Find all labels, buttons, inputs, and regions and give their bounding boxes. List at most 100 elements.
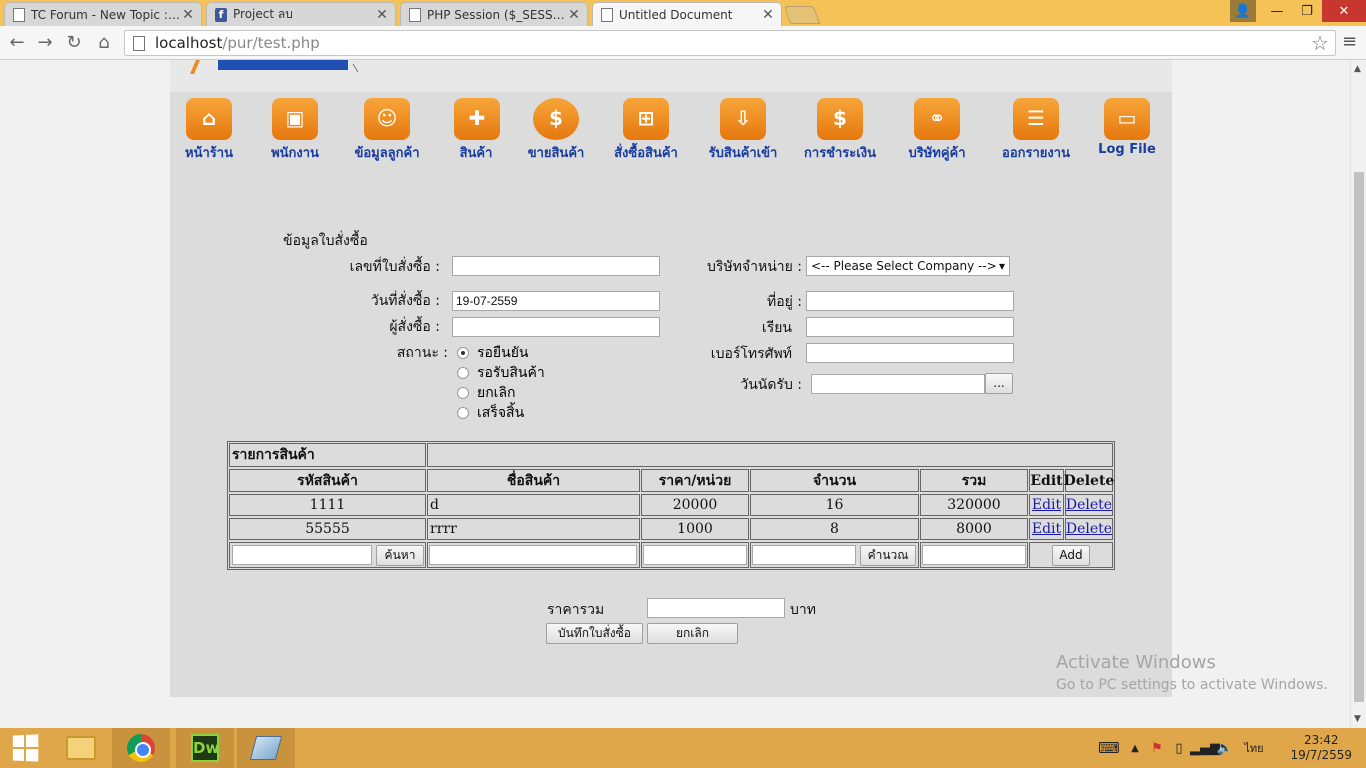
vertical-scrollbar[interactable]: ▲ ▼	[1350, 60, 1366, 728]
table-caption-spacer	[427, 443, 1113, 467]
nav-customer[interactable]: ☺ ข้อมูลลูกค้า	[350, 98, 424, 163]
reload-icon[interactable]: ↻	[63, 32, 85, 54]
document-icon	[13, 7, 25, 22]
delete-link[interactable]: Delete	[1066, 521, 1112, 537]
radio-button[interactable]	[457, 367, 469, 379]
taskbar-file-explorer[interactable]	[52, 728, 110, 768]
browser-tab[interactable]: f Project ลบ ✕	[206, 2, 396, 26]
radio-button[interactable]	[457, 387, 469, 399]
table-cell-code: 1111	[229, 494, 426, 516]
id-card-icon: ☺	[364, 98, 410, 140]
handshake-icon: ⚭	[914, 98, 960, 140]
table-cell-code: 55555	[229, 518, 426, 540]
scroll-up-icon[interactable]: ▲	[1354, 64, 1361, 74]
edit-link[interactable]: Edit	[1032, 521, 1061, 537]
table-cell-name: d	[427, 494, 640, 516]
user-icon[interactable]: 👤	[1230, 0, 1256, 22]
nav-report[interactable]: ☰ ออกรายงาน	[998, 98, 1074, 163]
new-price-input[interactable]	[643, 545, 747, 565]
header-price: ราคา/หน่วย	[641, 469, 749, 492]
date-picker-button[interactable]: ...	[985, 373, 1013, 394]
header-name: ชื่อสินค้า	[427, 469, 640, 492]
order-date-label: วันที่สั่งซื้อ :	[370, 293, 440, 309]
total-price-label: ราคารวม	[547, 602, 605, 618]
address-bar[interactable]: localhost/pur/test.php	[124, 30, 1336, 56]
input-language[interactable]: ไทย	[1236, 739, 1272, 757]
scrollbar-thumb[interactable]	[1354, 172, 1364, 702]
taskbar-chrome[interactable]	[112, 728, 170, 768]
scroll-down-icon[interactable]: ▼	[1354, 714, 1361, 724]
home-icon[interactable]: ⌂	[93, 32, 115, 54]
bookmark-star-icon[interactable]: ☆	[1311, 31, 1329, 55]
forward-arrow-icon[interactable]: →	[34, 32, 56, 54]
tray-expand-icon[interactable]: ▲	[1124, 743, 1146, 754]
nav-employee[interactable]: ▣ พนักงาน	[265, 98, 325, 163]
volume-icon[interactable]: 🔈	[1214, 741, 1236, 756]
nav-purchase[interactable]: ⊞ สั่งซื้อสินค้า	[608, 98, 684, 163]
orderer-input[interactable]	[452, 317, 660, 337]
radio-button[interactable]	[457, 347, 469, 359]
status-radio-cancelled[interactable]: ยกเลิก	[457, 382, 516, 404]
logo-icon	[190, 60, 359, 74]
system-tray: ⌨ ▲ ⚑ ▯ ▂▄▆ 🔈 ไทย	[1094, 728, 1272, 768]
save-order-button[interactable]: บันทึกใบสั่งซื้อ	[546, 623, 643, 644]
minimize-button[interactable]: —	[1262, 0, 1292, 22]
nav-product[interactable]: ✚ สินค้า	[454, 98, 500, 163]
radio-button[interactable]	[457, 407, 469, 419]
total-price-input[interactable]	[647, 598, 785, 618]
nav-logfile[interactable]: ▭ Log File	[1098, 98, 1156, 157]
nav-sell[interactable]: $ ขายสินค้า	[524, 98, 588, 163]
tab-close-icon[interactable]: ✕	[567, 7, 581, 23]
address-input[interactable]	[806, 291, 1014, 311]
report-icon: ☰	[1013, 98, 1059, 140]
nav-shop[interactable]: ⌂ หน้าร้าน	[180, 98, 238, 163]
signal-icon[interactable]: ▂▄▆	[1190, 741, 1220, 756]
new-code-input[interactable]	[232, 545, 372, 565]
nav-payment[interactable]: $ การชำระเงิน	[804, 98, 876, 163]
company-select[interactable]: <-- Please Select Company --> ▾	[806, 256, 1010, 276]
add-button[interactable]: Add	[1052, 545, 1090, 566]
nav-receive[interactable]: ⇩ รับสินค้าเข้า	[705, 98, 781, 163]
close-window-button[interactable]: ✕	[1322, 0, 1366, 22]
browser-tab[interactable]: TC Forum - New Topic :: # ✕	[4, 2, 202, 26]
order-date-input[interactable]	[452, 291, 660, 311]
order-no-input[interactable]	[452, 256, 660, 276]
delete-link[interactable]: Delete	[1066, 497, 1112, 513]
new-total-input[interactable]	[922, 545, 1026, 565]
nav-partner[interactable]: ⚭ บริษัทคู่ค้า	[904, 98, 970, 163]
search-button[interactable]: ค้นหา	[376, 545, 424, 566]
chrome-menu-icon[interactable]: ≡	[1342, 31, 1357, 52]
cancel-button[interactable]: ยกเลิก	[647, 623, 738, 644]
table-cell-delete: Delete	[1065, 494, 1113, 516]
appointment-input[interactable]	[811, 374, 985, 394]
phone-input[interactable]	[806, 343, 1014, 363]
new-tab-button[interactable]	[783, 6, 821, 24]
tab-close-icon[interactable]: ✕	[181, 7, 195, 23]
taskbar-dreamweaver[interactable]: Dw	[176, 728, 234, 768]
new-name-input[interactable]	[429, 545, 637, 565]
taskbar-app[interactable]	[237, 728, 295, 768]
table-cell-total: 320000	[920, 494, 1028, 516]
maximize-button[interactable]: ❐	[1292, 0, 1322, 22]
status-radio-completed[interactable]: เสร็จสิ้น	[457, 402, 524, 424]
calculate-button[interactable]: คำนวณ	[860, 545, 916, 566]
browser-tab-active[interactable]: Untitled Document ✕	[592, 2, 782, 26]
flag-icon[interactable]: ⚑	[1146, 741, 1168, 756]
status-radio-awaiting[interactable]: รอรับสินค้า	[457, 362, 545, 384]
document-icon	[409, 7, 421, 22]
back-arrow-icon[interactable]: ←	[6, 32, 28, 54]
attn-input[interactable]	[806, 317, 1014, 337]
status-radio-pending[interactable]: รอยืนยัน	[457, 342, 528, 364]
battery-icon[interactable]: ▯	[1168, 741, 1190, 756]
start-button[interactable]	[0, 728, 50, 768]
status-label: สถานะ :	[396, 345, 448, 361]
table-cell-name: rrrr	[427, 518, 640, 540]
keyboard-icon[interactable]: ⌨	[1094, 739, 1124, 757]
browser-tab[interactable]: PHP Session ($_SESSION,$ ✕	[400, 2, 588, 26]
tab-close-icon[interactable]: ✕	[375, 7, 389, 23]
tab-close-icon[interactable]: ✕	[761, 7, 775, 23]
table-cell-delete: Delete	[1065, 518, 1113, 540]
clock[interactable]: 23:42 19/7/2559	[1290, 733, 1352, 763]
edit-link[interactable]: Edit	[1032, 497, 1061, 513]
new-qty-input[interactable]	[752, 545, 856, 565]
